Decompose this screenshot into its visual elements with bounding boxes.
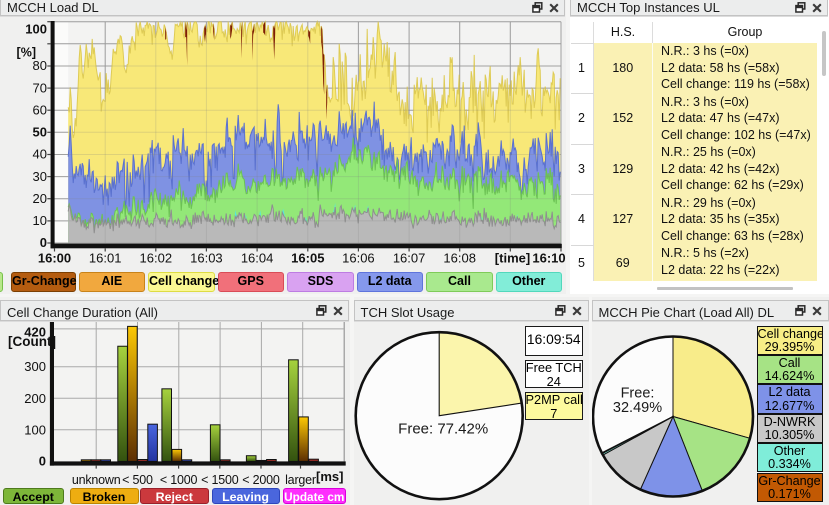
svg-text:100: 100 [25,22,47,37]
svg-text:0: 0 [39,453,46,468]
svg-text:30: 30 [33,169,47,184]
svg-text:0: 0 [40,235,47,250]
svg-text:20: 20 [33,191,47,206]
svg-text:60: 60 [33,102,47,117]
svg-text:100: 100 [24,422,46,437]
svg-text:larger: larger [285,473,316,487]
svg-text:300: 300 [24,359,46,374]
svg-text:< 1000: < 1000 [160,473,198,487]
svg-text:unknown: unknown [72,473,121,487]
svg-text:32.49%: 32.49% [612,400,661,416]
svg-text:16:04: 16:04 [241,251,274,266]
svg-text:70: 70 [33,80,47,95]
svg-text:16:08: 16:08 [443,251,476,266]
svg-text:Free: 77.42%: Free: 77.42% [398,421,488,438]
svg-text:< 1500: < 1500 [201,473,239,487]
svg-text:16:01: 16:01 [89,251,122,266]
svg-text:80: 80 [33,58,47,73]
svg-text:16:03: 16:03 [190,251,223,266]
svg-text:[Count]: [Count] [8,334,56,349]
svg-text:40: 40 [33,147,47,162]
svg-text:< 2000: < 2000 [242,473,280,487]
svg-text:[%]: [%] [17,46,36,60]
svg-text:16:07: 16:07 [393,251,426,266]
svg-text:16:06: 16:06 [342,251,375,266]
svg-text:10: 10 [33,213,47,228]
svg-text:[ms]: [ms] [316,469,343,484]
svg-text:16:02: 16:02 [140,251,173,266]
svg-text:16:10: 16:10 [532,251,565,266]
svg-text:50: 50 [33,125,47,140]
svg-text:[time]: [time] [495,251,530,266]
svg-text:< 500: < 500 [122,473,153,487]
svg-text:16:05: 16:05 [291,251,324,266]
svg-text:200: 200 [24,391,46,406]
svg-text:16:00: 16:00 [38,251,71,266]
